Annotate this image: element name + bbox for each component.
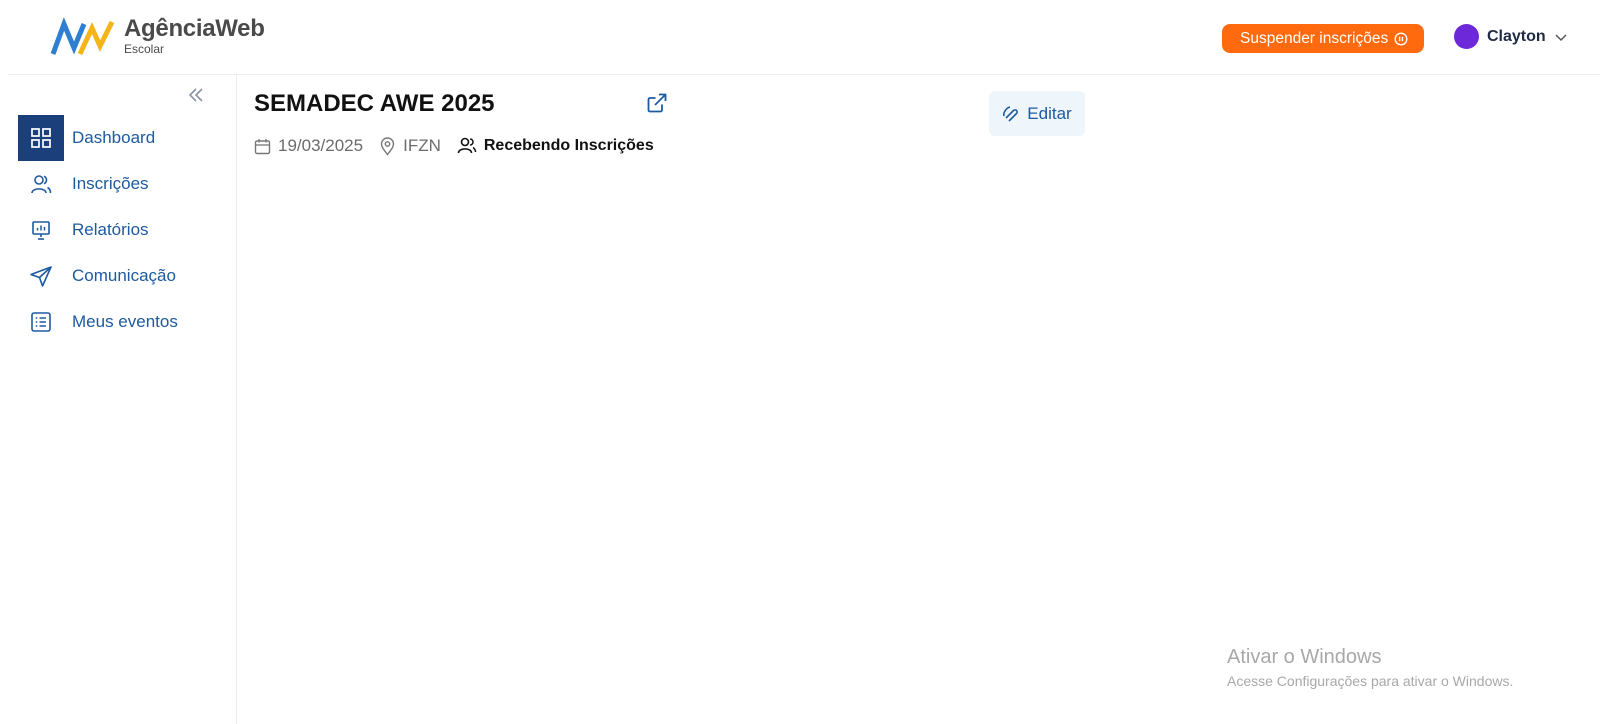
sidebar-item-comunicacao[interactable]: Comunicação [18,253,236,299]
top-header: AgênciaWeb Escolar Suspender inscrições … [8,0,1600,75]
collapse-sidebar-icon[interactable] [186,85,206,105]
user-name: Clayton [1487,27,1546,45]
calendar-icon [254,138,271,154]
external-link-icon[interactable] [646,92,668,114]
edit-label: Editar [1027,103,1072,123]
chevron-down-icon [1555,33,1567,41]
sidebar-item-dashboard[interactable]: Dashboard [18,115,236,161]
user-menu[interactable]: Clayton [1454,24,1568,49]
event-status-text: Recebendo Inscrições [483,137,654,154]
presentation-chart-icon [32,221,50,240]
brand-logo[interactable]: AgênciaWeb Escolar [50,14,265,62]
user-status-icon [457,137,477,154]
windows-activation-watermark: Ativar o Windows Acesse Configurações pa… [1227,645,1513,691]
sidebar-item-label: Comunicação [72,266,176,285]
edit-button[interactable]: Editar [989,91,1085,136]
agencia-web-logo-icon [50,17,115,56]
users-icon [31,175,52,194]
page-title: SEMADEC AWE 2025 [254,90,495,117]
watermark-subtitle: Acesse Configurações para ativar o Windo… [1227,673,1514,689]
suspend-registrations-button[interactable]: Suspender inscrições [1222,24,1425,53]
sidebar: Dashboard Inscrições Relatórios Comunica… [0,75,237,724]
event-location-text: IFZN [403,136,441,155]
brand-subtitle: Escolar [124,42,165,56]
list-icon [31,312,51,332]
location-pin-icon [380,136,395,156]
sidebar-item-label: Meus eventos [72,312,178,331]
pause-circle-icon [1394,31,1408,46]
sidebar-item-meus-eventos[interactable]: Meus eventos [18,299,236,345]
sidebar-item-label: Inscrições [72,174,149,193]
event-date-text: 19/03/2025 [278,136,364,155]
event-location: IFZN [379,136,441,156]
event-status: Recebendo Inscrições [457,137,654,155]
brand-name: AgênciaWeb [124,15,265,42]
sidebar-item-inscricoes[interactable]: Inscrições [18,161,236,207]
avatar [1454,24,1479,49]
grid-icon [31,128,51,148]
suspend-label: Suspender inscrições [1240,29,1389,47]
send-icon [30,266,52,287]
event-date: 19/03/2025 [254,136,363,156]
sidebar-item-relatorios[interactable]: Relatórios [18,207,236,253]
sidebar-item-label: Relatórios [72,220,149,239]
sidebar-nav: Dashboard Inscrições Relatórios Comunica… [18,115,236,345]
event-meta: 19/03/2025 IFZN Recebendo Inscrições [254,136,670,156]
edit-icon [1003,105,1019,122]
sidebar-item-label: Dashboard [72,128,156,147]
watermark-title: Ativar o Windows [1227,646,1382,668]
